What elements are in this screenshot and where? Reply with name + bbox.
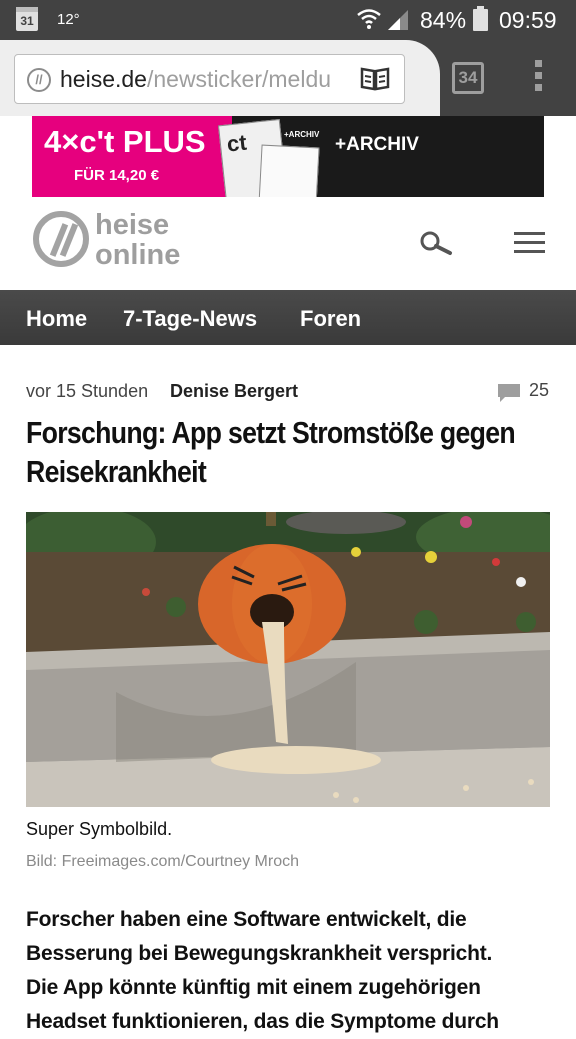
headline-line-2: Reisekrankheit bbox=[26, 454, 207, 489]
ad-archiv: +ARCHIV bbox=[335, 134, 419, 155]
logo-text-heise[interactable]: heise bbox=[95, 209, 169, 242]
wifi-icon bbox=[357, 9, 381, 29]
site-info-icon[interactable]: // bbox=[27, 68, 51, 92]
url-text[interactable]: heise.de/newsticker/meldu bbox=[60, 66, 350, 93]
lead-line: Die App könnte künftig mit einem zugehör… bbox=[26, 976, 481, 999]
status-bar: 31 12° 84% 09:59 bbox=[0, 0, 576, 40]
ad-price: FÜR 14,20 € bbox=[74, 167, 160, 184]
overflow-menu-icon[interactable] bbox=[533, 60, 543, 96]
nav-item-7-tage-news[interactable]: 7-Tage-News bbox=[123, 306, 257, 332]
url-bar[interactable]: // heise.de/newsticker/meldu bbox=[14, 54, 405, 104]
lead-line: Forscher haben eine Software entwickelt,… bbox=[26, 908, 467, 931]
ad-mag-logo: ct bbox=[225, 129, 248, 157]
article-timestamp: vor 15 Stunden bbox=[26, 381, 149, 401]
ad-banner[interactable]: 4×c't PLUS FÜR 14,20 € ct +ARCHIV +ARCHI… bbox=[32, 116, 544, 197]
lead-line: Besserung bei Bewegungskrankheit verspri… bbox=[26, 942, 493, 965]
clock: 09:59 bbox=[499, 7, 557, 33]
ad-magazine-cover-2 bbox=[258, 144, 320, 197]
main-nav: Home 7-Tage-News Foren bbox=[0, 290, 576, 345]
logo-text-online[interactable]: online bbox=[95, 239, 180, 272]
nav-item-home[interactable]: Home bbox=[26, 306, 87, 332]
search-icon[interactable] bbox=[419, 230, 453, 256]
url-domain: heise.de bbox=[60, 66, 147, 92]
ad-archiv-small: +ARCHIV bbox=[284, 130, 320, 139]
article-lead: Forscher haben eine Software entwickelt,… bbox=[26, 903, 556, 1039]
browser-toolbar: // heise.de/newsticker/meldu 34 bbox=[0, 40, 576, 116]
comment-count[interactable]: 25 bbox=[529, 380, 549, 401]
temperature: 12° bbox=[57, 11, 80, 28]
comment-icon[interactable] bbox=[497, 383, 521, 403]
image-credit: Bild: Freeimages.com/Courtney Mroch bbox=[26, 853, 299, 870]
article-image[interactable] bbox=[26, 512, 550, 807]
calendar-icon: 31 bbox=[16, 7, 38, 31]
battery-icon bbox=[473, 6, 488, 31]
article-author[interactable]: Denise Bergert bbox=[170, 381, 298, 402]
image-caption: Super Symbolbild. bbox=[26, 819, 173, 839]
nav-item-foren[interactable]: Foren bbox=[300, 306, 361, 332]
ad-pink-block: 4×c't PLUS FÜR 14,20 € bbox=[32, 116, 232, 197]
reader-mode-icon[interactable] bbox=[359, 66, 391, 92]
lead-line: Headset funktionieren, das die Symptome … bbox=[26, 1010, 499, 1033]
ad-headline: 4×c't PLUS bbox=[44, 124, 206, 159]
heise-logo-icon[interactable] bbox=[33, 211, 89, 267]
article-headline: Forschung: App setzt Stromstöße gegen Re… bbox=[26, 413, 542, 491]
hamburger-menu-icon[interactable] bbox=[514, 232, 545, 254]
headline-line-1: Forschung: App setzt Stromstöße gegen bbox=[26, 415, 516, 450]
tabs-icon[interactable]: 34 bbox=[452, 62, 484, 94]
signal-icon bbox=[388, 10, 408, 30]
battery-percent: 84% bbox=[420, 7, 467, 33]
site-header: heise online bbox=[0, 197, 576, 290]
url-path: /newsticker/meldu bbox=[146, 66, 332, 92]
